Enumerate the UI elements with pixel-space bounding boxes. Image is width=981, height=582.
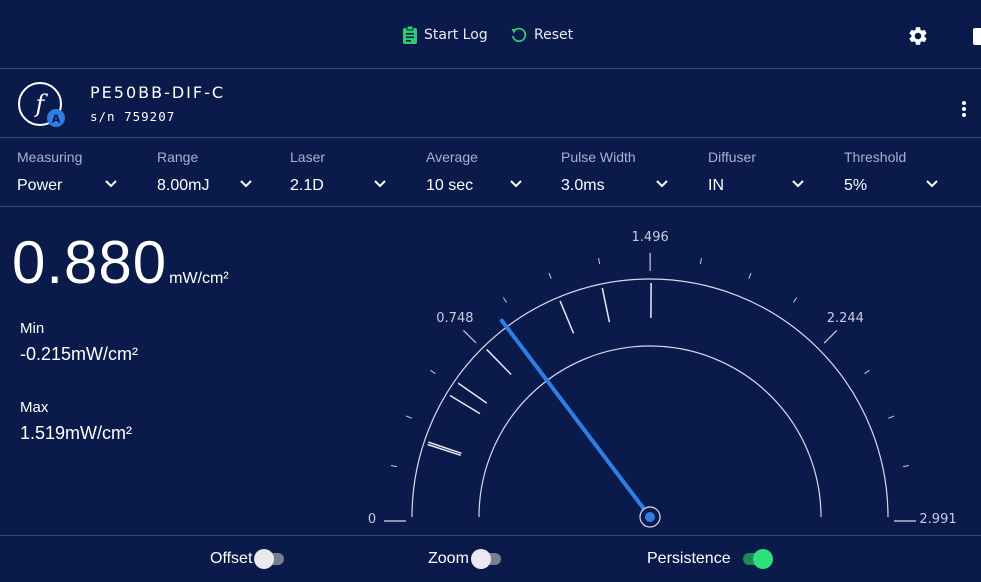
laser-label: Laser [290, 149, 325, 165]
reset-icon [510, 26, 528, 44]
gauge-minor-tick [430, 370, 435, 373]
gauge-minor-tick [406, 416, 412, 418]
gauge-minor-tick [865, 370, 870, 373]
reset-label: Reset [534, 27, 573, 43]
gauge-minor-tick [503, 297, 506, 302]
zoom-label: Zoom [428, 550, 469, 568]
threshold-select[interactable]: Threshold 5% [844, 138, 954, 206]
start-log-label: Start Log [424, 27, 488, 43]
average-label: Average [426, 149, 478, 165]
offset-label: Offset [210, 550, 252, 568]
gauge-needle [502, 321, 650, 517]
gauge-minor-tick [749, 273, 751, 279]
max-label: Max [20, 399, 48, 416]
device-name: PE50BB-DIF-C [90, 83, 225, 102]
persistence-mark [428, 444, 461, 455]
gauge-minor-tick [903, 465, 909, 466]
min-label: Min [20, 320, 44, 337]
threshold-value: 5% [844, 177, 867, 195]
max-value: 1.519mW/cm² [20, 423, 132, 444]
gauge-tick-label: 0 [368, 512, 376, 527]
laser-value: 2.1D [290, 177, 324, 195]
offset-toggle[interactable]: Offset [210, 550, 284, 568]
measuring-label: Measuring [17, 149, 82, 165]
top-toolbar: Start Log Reset [0, 0, 981, 69]
chevron-down-icon [926, 180, 938, 188]
more-options-icon[interactable] [962, 99, 966, 119]
pulse-width-value: 3.0ms [561, 177, 605, 195]
diffuser-value: IN [708, 177, 724, 195]
range-value: 8.00mJ [157, 177, 209, 195]
persistence-mark [487, 349, 511, 374]
panel-edge-icon[interactable] [973, 28, 981, 45]
gauge-minor-tick [700, 258, 701, 264]
gauge-major-tick [463, 330, 476, 343]
main-reading: 0.880mW/cm² [12, 228, 229, 297]
measuring-value: Power [17, 177, 62, 195]
clipboard-icon [402, 26, 418, 44]
device-logo: f A [17, 81, 67, 131]
min-value: -0.215mW/cm² [20, 344, 138, 365]
gauge-outer-arc [412, 279, 888, 517]
pulse-width-select[interactable]: Pulse Width 3.0ms [561, 138, 681, 206]
settings-gear-icon[interactable] [907, 25, 929, 52]
gauge-minor-tick [391, 465, 397, 466]
device-header: f A PE50BB-DIF-C s/n 759207 [0, 69, 981, 138]
persistence-mark [458, 383, 487, 403]
persistence-mark [602, 288, 609, 322]
chevron-down-icon [240, 180, 252, 188]
logo-badge: A [52, 113, 61, 126]
gauge-needle-hub-dot [645, 512, 655, 522]
power-gauge: 0 0.748 1.496 2.244 2.991 [340, 210, 960, 535]
diffuser-label: Diffuser [708, 149, 756, 165]
measuring-select[interactable]: Measuring Power [17, 138, 127, 206]
persistence-mark [428, 442, 461, 453]
zoom-switch[interactable] [475, 553, 501, 565]
zoom-toggle[interactable]: Zoom [428, 550, 501, 568]
persistence-mark [560, 301, 573, 333]
gauge-minor-tick [598, 258, 599, 264]
reading-value: 0.880 [12, 229, 167, 296]
chevron-down-icon [374, 180, 386, 188]
persistence-label: Persistence [647, 550, 731, 568]
chevron-down-icon [105, 180, 117, 188]
start-log-button[interactable]: Start Log [402, 26, 488, 44]
gauge-minor-tick [793, 297, 796, 302]
gauge-tick-label: 2.244 [827, 311, 864, 326]
chevron-down-icon [656, 180, 668, 188]
laser-select[interactable]: Laser 2.1D [290, 138, 400, 206]
reading-unit: mW/cm² [169, 270, 229, 287]
range-select[interactable]: Range 8.00mJ [157, 138, 267, 206]
persistence-toggle[interactable]: Persistence [647, 550, 769, 568]
average-value: 10 sec [426, 177, 473, 195]
gauge-inner-arc [479, 346, 821, 517]
range-label: Range [157, 149, 198, 165]
chevron-down-icon [510, 180, 522, 188]
device-serial: s/n 759207 [90, 109, 175, 124]
diffuser-select[interactable]: Diffuser IN [708, 138, 818, 206]
gauge-major-tick [824, 330, 837, 343]
gauge-minor-tick [549, 273, 551, 279]
chevron-down-icon [792, 180, 804, 188]
gauge-minor-tick [888, 416, 894, 418]
reset-button[interactable]: Reset [510, 26, 573, 44]
persistence-mark [450, 395, 480, 413]
persistence-switch[interactable] [743, 553, 769, 565]
settings-row: Measuring Power Range 8.00mJ Laser 2.1D … [0, 138, 981, 207]
gauge-tick-label: 1.496 [632, 230, 669, 245]
gauge-tick-label: 0.748 [436, 311, 473, 326]
offset-switch[interactable] [258, 553, 284, 565]
average-select[interactable]: Average 10 sec [426, 138, 536, 206]
threshold-label: Threshold [844, 149, 906, 165]
pulse-width-label: Pulse Width [561, 149, 636, 165]
gauge-tick-label: 2.991 [919, 512, 956, 527]
bottom-toolbar: Offset Zoom Persistence [0, 535, 981, 582]
